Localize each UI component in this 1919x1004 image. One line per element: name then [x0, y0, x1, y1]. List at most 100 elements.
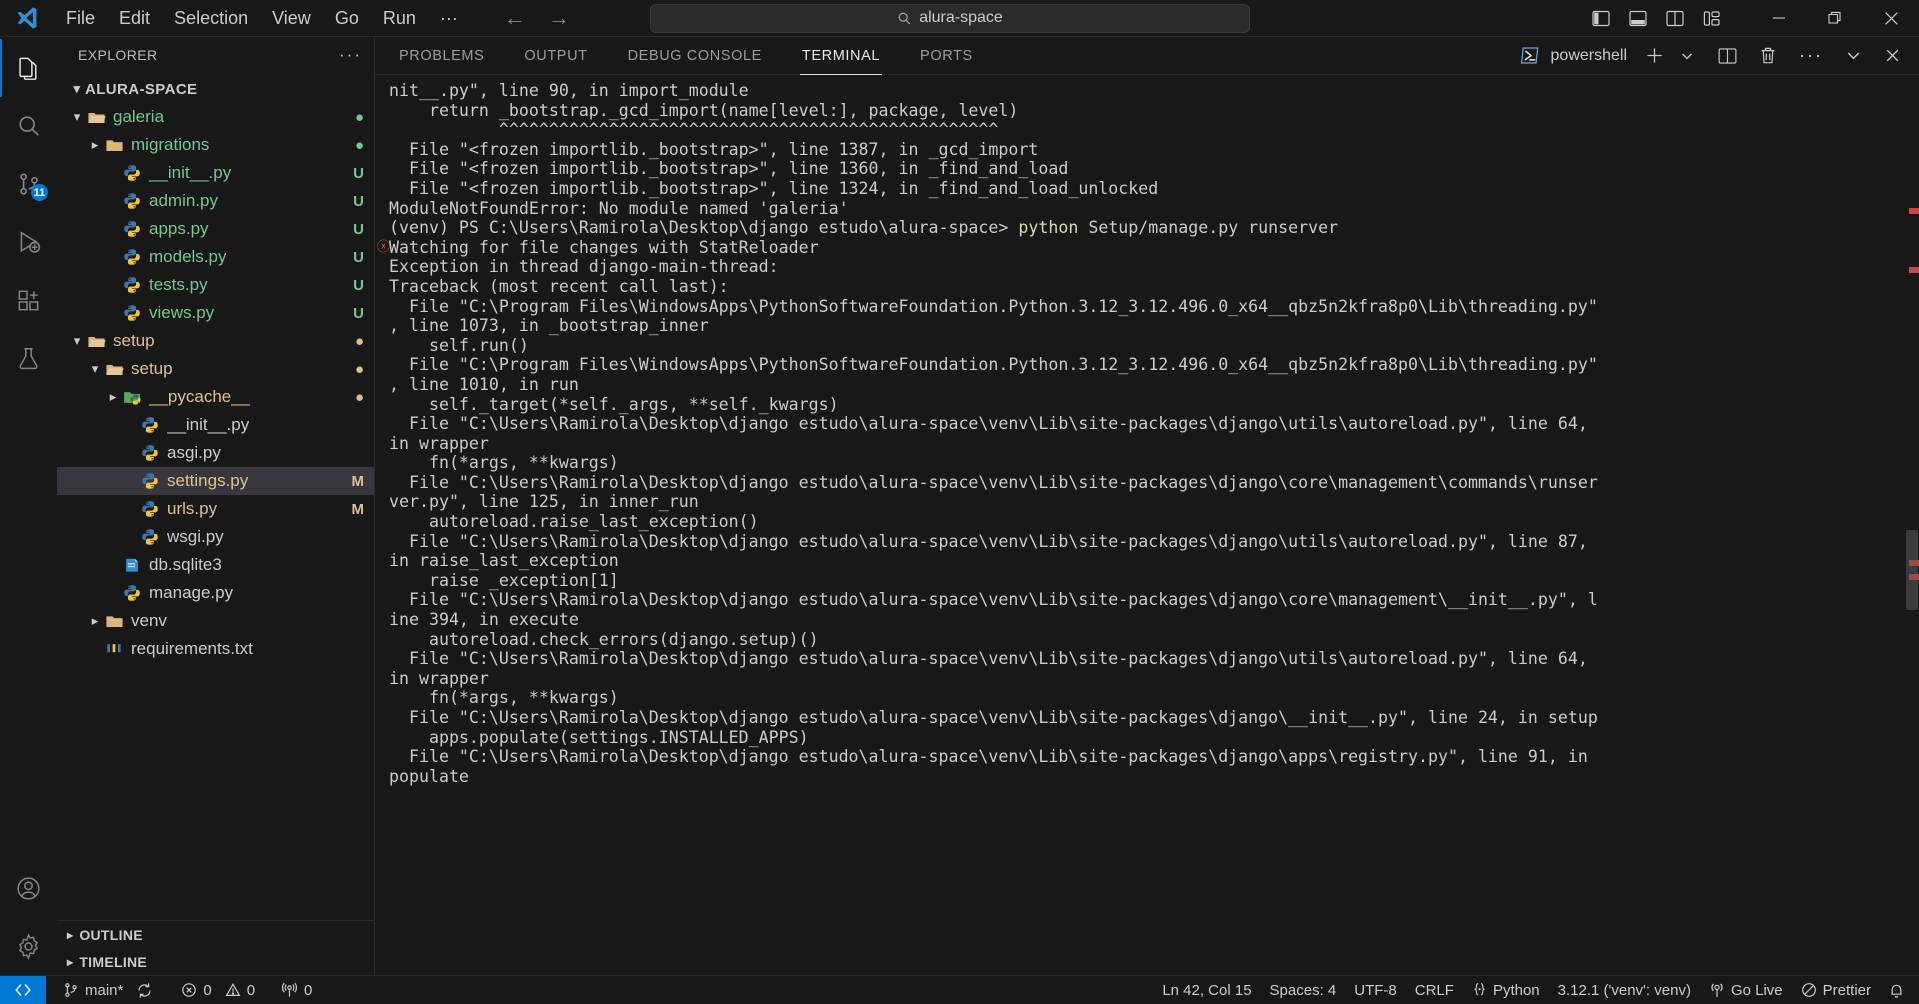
chevron-right-icon[interactable]: ▸ [105, 389, 121, 405]
split-terminal-icon[interactable] [1710, 41, 1745, 71]
close-panel-icon[interactable] [1876, 41, 1909, 71]
tree-item-galeria[interactable]: ▾ galeria ● [57, 103, 374, 131]
menu-selection[interactable]: Selection [162, 4, 260, 33]
status-ports-count: 0 [304, 981, 313, 999]
chevron-right-icon[interactable]: ▸ [87, 137, 103, 153]
tab-debug-console[interactable]: DEBUG CONSOLE [626, 37, 764, 75]
tree-item-settings-py[interactable]: settings.py M [57, 467, 374, 495]
status-go-live[interactable]: Go Live [1700, 976, 1792, 1004]
tree-item-setup[interactable]: ▾ setup ● [57, 355, 374, 383]
menu-more[interactable]: ··· [428, 4, 470, 33]
plus-icon[interactable] [1637, 41, 1672, 71]
tree-item-init-py[interactable]: __init__.py [57, 411, 374, 439]
activity-item-testing[interactable] [0, 329, 57, 387]
tree-item-git-badge: ● [354, 360, 364, 378]
status-prettier[interactable]: Prettier [1792, 976, 1880, 1004]
arrow-left-icon[interactable]: ← [504, 7, 526, 29]
sync-icon[interactable] [136, 982, 153, 999]
tree-item-apps-py[interactable]: apps.py U [57, 215, 374, 243]
trash-icon[interactable] [1751, 41, 1785, 71]
toggle-secondary-sidebar-icon[interactable] [1666, 10, 1684, 27]
explorer-more-actions-icon[interactable]: ··· [339, 45, 362, 65]
tree-item-wsgi-py[interactable]: wsgi.py [57, 523, 374, 551]
activity-item-run-and-debug[interactable] [0, 213, 57, 271]
tree-item-label: wsgi.py [167, 527, 224, 546]
activity-item-source-control[interactable]: 11 [0, 155, 57, 213]
remote-window-indicator[interactable] [0, 975, 46, 1004]
status-branch[interactable]: main* [54, 976, 162, 1004]
activity-item-settings[interactable] [0, 917, 57, 975]
tree-item-views-py[interactable]: views.py U [57, 299, 374, 327]
menu-edit[interactable]: Edit [107, 4, 162, 33]
command-center-search[interactable]: alura-space [650, 3, 1250, 33]
terminal-line-text: Traceback (most recent call last): [389, 276, 729, 296]
status-cursor-position[interactable]: Ln 42, Col 15 [1153, 976, 1260, 1004]
tree-root-alura-space[interactable]: ▾ ALURA-SPACE [57, 75, 374, 103]
tree-item-requirements-txt[interactable]: requirements.txt [57, 635, 374, 663]
minimize-icon[interactable] [1751, 0, 1807, 37]
tree-item-venv[interactable]: ▸ venv [57, 607, 374, 635]
chevron-right-icon[interactable]: ▸ [87, 613, 103, 629]
title-bar-right [1592, 0, 1919, 37]
status-encoding[interactable]: UTF-8 [1345, 976, 1406, 1004]
terminal-more-actions-icon[interactable]: ··· [1791, 41, 1831, 71]
activity-item-explorer[interactable] [0, 39, 57, 97]
activity-item-extensions[interactable] [0, 271, 57, 329]
toggle-primary-sidebar-icon[interactable] [1592, 10, 1610, 27]
terminal-line: fn(*args, **kwargs) [389, 453, 1905, 473]
status-ports[interactable]: 0 [272, 976, 321, 1004]
tree-item-label: galeria [113, 107, 165, 126]
tree-item-tests-py[interactable]: tests.py U [57, 271, 374, 299]
menu-go[interactable]: Go [323, 4, 371, 33]
status-language-mode[interactable]: Python [1463, 976, 1549, 1004]
toggle-panel-icon[interactable] [1629, 10, 1647, 27]
terminal-line: self._target(*self._args, **self._kwargs… [389, 395, 1905, 415]
tab-terminal[interactable]: TERMINAL [799, 37, 883, 75]
arrow-right-icon[interactable]: → [548, 7, 570, 29]
chevron-down-icon[interactable]: ▾ [69, 109, 85, 125]
menu-file[interactable]: File [54, 4, 107, 33]
terminal-line-text: , line 1010, in run [389, 374, 579, 394]
tree-item-label: tests.py [149, 275, 208, 294]
restore-icon[interactable] [1807, 0, 1863, 37]
status-notifications[interactable] [1880, 976, 1913, 1004]
section-outline[interactable]: ▸ OUTLINE [57, 921, 374, 948]
status-python-interpreter[interactable]: 3.12.1 ('venv': venv) [1549, 976, 1700, 1004]
hide-panel-chevron-down-icon[interactable] [1837, 41, 1870, 71]
bottom-panel: PROBLEMS OUTPUT DEBUG CONSOLE TERMINAL P… [375, 37, 1919, 975]
section-timeline[interactable]: ▸ TIMELINE [57, 948, 374, 975]
terminal-scrollbar[interactable] [1905, 75, 1919, 975]
activity-item-search[interactable] [0, 97, 57, 155]
tree-item-urls-py[interactable]: urls.py M [57, 495, 374, 523]
tab-problems[interactable]: PROBLEMS [397, 37, 486, 75]
tree-item-admin-py[interactable]: admin.py U [57, 187, 374, 215]
terminal-command-args: Setup/manage.py runserver [1078, 218, 1339, 238]
tree-item-setup[interactable]: ▾ setup ● [57, 327, 374, 355]
tab-ports[interactable]: PORTS [918, 37, 975, 75]
tree-item-db-sqlite3[interactable]: db.sqlite3 [57, 551, 374, 579]
tree-item-models-py[interactable]: models.py U [57, 243, 374, 271]
menu-view[interactable]: View [260, 4, 323, 33]
close-icon[interactable] [1863, 0, 1919, 37]
status-indentation[interactable]: Spaces: 4 [1261, 976, 1346, 1004]
chevron-down-icon[interactable]: ▾ [87, 361, 103, 377]
status-problems[interactable]: 0 0 [172, 976, 264, 1004]
status-eol[interactable]: CRLF [1406, 976, 1463, 1004]
tree-item-pycache[interactable]: ▸ __pycache__ ● [57, 383, 374, 411]
search-icon [16, 113, 42, 139]
tree-item-migrations[interactable]: ▸ migrations ● [57, 131, 374, 159]
terminal-line: File "C:\Users\Ramirola\Desktop\django e… [389, 708, 1905, 728]
explorer-header: EXPLORER ··· [57, 37, 374, 72]
scrollbar-thumb[interactable] [1906, 530, 1918, 610]
tree-item-init-py[interactable]: __init__.py U [57, 159, 374, 187]
tab-output[interactable]: OUTPUT [522, 37, 589, 75]
activity-item-accounts[interactable] [0, 859, 57, 917]
terminal-output[interactable]: nit__.py", line 90, in import_module ret… [375, 75, 1905, 975]
menu-run[interactable]: Run [371, 4, 428, 33]
tree-item-manage-py[interactable]: manage.py [57, 579, 374, 607]
terminal-profile-chevron-down-icon[interactable] [1672, 41, 1702, 71]
customize-layout-icon[interactable] [1703, 10, 1721, 27]
chevron-down-icon[interactable]: ▾ [69, 333, 85, 349]
tree-item-asgi-py[interactable]: asgi.py [57, 439, 374, 467]
terminal-tab-label[interactable]: powershell [1551, 47, 1627, 65]
